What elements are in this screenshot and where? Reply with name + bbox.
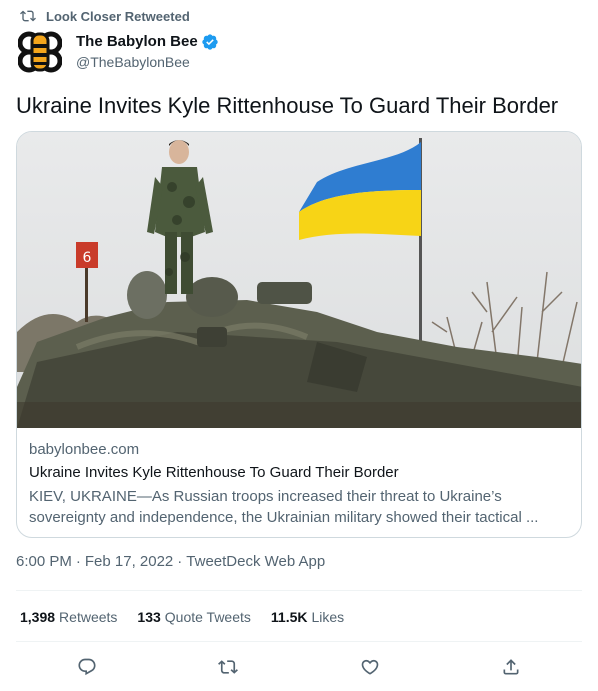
tweet-time[interactable]: 6:00 PM (16, 552, 72, 572)
link-card[interactable]: 6 babylonbee.com Ukraine Invites Kyle Ri… (16, 131, 582, 538)
author-handle[interactable]: @TheBabylonBee (76, 52, 219, 72)
verified-badge-icon (202, 34, 218, 50)
meta-separator: · (177, 553, 183, 570)
share-icon (503, 659, 519, 675)
quote-tweets-label: Quote Tweets (164, 609, 251, 625)
bee-logo-icon (18, 31, 62, 73)
retweet-button[interactable] (211, 650, 245, 684)
card-title: Ukraine Invites Kyle Rittenhouse To Guar… (29, 464, 399, 481)
tweet-source[interactable]: TweetDeck Web App (186, 552, 325, 572)
reply-icon (78, 658, 96, 676)
like-button[interactable] (353, 650, 387, 684)
likes-count: 11.5K (270, 609, 308, 625)
retweets-label: Retweets (59, 609, 118, 625)
meta-separator: · (75, 553, 81, 570)
tweet-stats: 1,398 Retweets 133 Quote Tweets 11.5K Likes (20, 607, 364, 627)
svg-text:6: 6 (83, 250, 92, 266)
tweet-actions (16, 652, 582, 682)
retweets-count: 1,398 (20, 609, 56, 625)
divider (16, 641, 582, 642)
avatar[interactable] (16, 28, 64, 76)
quote-tweets-stat[interactable]: 133 Quote Tweets (137, 607, 251, 627)
quote-tweets-count: 133 (137, 609, 161, 625)
tweet-date[interactable]: Feb 17, 2022 (85, 552, 173, 572)
retweeted-by-label: Look Closer Retweeted (46, 8, 190, 24)
card-image: 6 (17, 132, 581, 428)
tweet-meta: 6:00 PM · Feb 17, 2022 · TweetDeck Web A… (16, 552, 325, 572)
retweeted-by-bar[interactable]: Look Closer Retweeted (20, 7, 190, 25)
tweet-author: The Babylon Bee @TheBabylonBee (16, 28, 219, 76)
retweet-icon (20, 10, 36, 22)
reply-button[interactable] (70, 650, 104, 684)
retweets-stat[interactable]: 1,398 Retweets (20, 607, 117, 627)
likes-stat[interactable]: 11.5K Likes (271, 607, 344, 627)
tweet-text: Ukraine Invites Kyle Rittenhouse To Guar… (16, 93, 559, 118)
retweet-icon (218, 660, 239, 674)
likes-label: Likes (311, 609, 345, 625)
divider (16, 590, 582, 591)
like-icon (361, 659, 379, 675)
card-domain: babylonbee.com (29, 441, 140, 458)
author-display-name[interactable]: The Babylon Bee (76, 32, 198, 52)
card-description: KIEV, UKRAINE—As Russian troops increase… (29, 488, 539, 526)
share-button[interactable] (494, 650, 528, 684)
